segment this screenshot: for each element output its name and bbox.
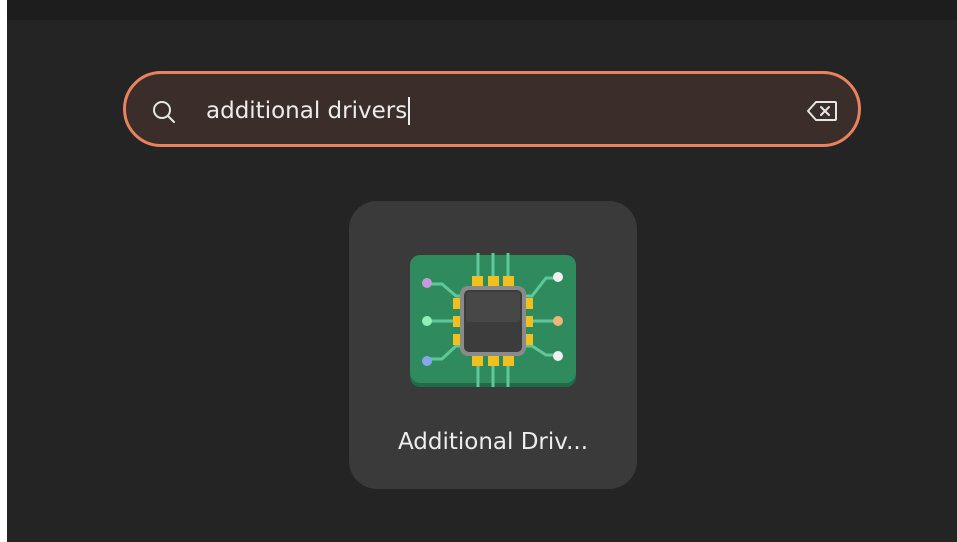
search-icon: [153, 101, 175, 123]
additional-drivers-chip-icon: [410, 253, 576, 387]
app-label: Additional Driv...: [397, 429, 589, 455]
search-query-text: additional drivers: [206, 98, 408, 124]
text-cursor: [408, 97, 411, 125]
search-entry[interactable]: additional drivers: [123, 71, 861, 147]
app-result-additional-drivers[interactable]: Additional Driv...: [349, 201, 637, 489]
clear-text-icon[interactable]: [806, 100, 838, 122]
top-bar: [7, 0, 957, 20]
app-grid-overview: additional drivers Additional Driv...: [7, 0, 957, 542]
search-input[interactable]: additional drivers: [206, 95, 411, 127]
